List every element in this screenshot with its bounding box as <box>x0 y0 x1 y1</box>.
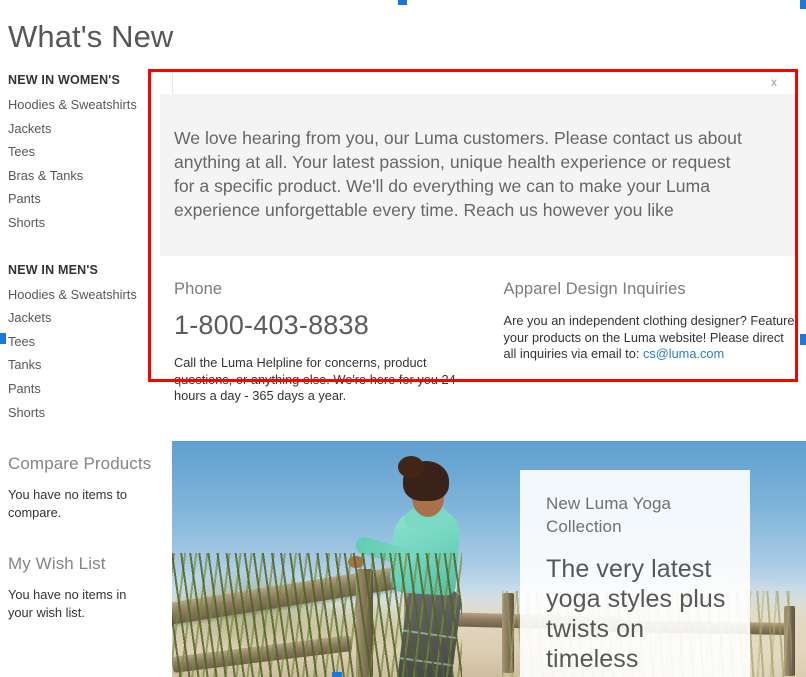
top-cursor-marker <box>398 0 407 5</box>
sidebar-item-mens-tanks[interactable]: Tanks <box>0 357 160 373</box>
wishlist-title: My Wish List <box>8 554 106 574</box>
hero-bottom-marker <box>332 672 342 677</box>
nav-heading-mens: NEW IN MEN'S <box>8 262 99 277</box>
phone-title: Phone <box>174 280 223 299</box>
apparel-description: Are you an independent clothing designer… <box>504 313 796 363</box>
page-title: What's New <box>8 18 174 54</box>
apparel-email-link[interactable]: cs@luma.com <box>643 346 724 361</box>
nav-heading-womens: NEW IN WOMEN'S <box>8 73 121 87</box>
wishlist-empty-text: You have no items in your wish list. <box>8 587 127 620</box>
hero-text-panel: New Luma Yoga Collection The very latest… <box>520 470 750 677</box>
intro-text: We love hearing from you, our Luma custo… <box>174 127 742 221</box>
sidebar-item-mens-tees[interactable]: Tees <box>0 334 160 350</box>
phone-description: Call the Luma Helpline for concerns, pro… <box>174 355 456 404</box>
sidebar-item-mens-pants[interactable]: Pants <box>0 381 160 397</box>
sidebar-item-womens-shorts[interactable]: Shorts <box>0 215 160 231</box>
phone-column: Phone 1-800-403-8838 Call the Luma Helpl… <box>174 278 504 417</box>
top-right-edge-marker <box>800 0 806 9</box>
sidebar-item-womens-pants[interactable]: Pants <box>0 191 160 207</box>
page-root: What's New NEW IN WOMEN'S Hoodies & Swea… <box>0 0 806 677</box>
sidebar-item-mens-jackets[interactable]: Jackets <box>0 310 160 326</box>
sidebar-item-womens-tees[interactable]: Tees <box>0 144 160 160</box>
hero-eyebrow: New Luma Yoga Collection <box>546 494 672 536</box>
dune-grass <box>172 553 462 677</box>
message-bar: x <box>172 72 784 94</box>
close-icon[interactable]: x <box>771 74 777 90</box>
sidebar-item-womens-bras-tanks[interactable]: Bras & Tanks <box>0 168 160 184</box>
compare-products-empty-text: You have no items to compare. <box>8 487 128 520</box>
wishlist-block: My Wish List You have no items in your w… <box>0 553 160 621</box>
compare-products-block: Compare Products You have no items to co… <box>0 453 160 521</box>
apparel-title: Apparel Design Inquiries <box>503 280 686 299</box>
main-content: x We love hearing from you, our Luma cus… <box>160 72 796 503</box>
sidebar-item-mens-shorts[interactable]: Shorts <box>0 405 160 421</box>
phone-number: 1-800-403-8838 <box>174 310 369 341</box>
sidebar: NEW IN WOMEN'S Hoodies & Sweatshirts Jac… <box>0 72 160 621</box>
hero-banner[interactable]: New Luma Yoga Collection The very latest… <box>172 441 806 677</box>
sidebar-item-womens-hoodies[interactable]: Hoodies & Sweatshirts <box>0 97 160 113</box>
sidebar-item-mens-hoodies[interactable]: Hoodies & Sweatshirts <box>0 287 160 303</box>
sidebar-item-womens-jackets[interactable]: Jackets <box>0 121 160 137</box>
contact-columns: Phone 1-800-403-8838 Call the Luma Helpl… <box>160 278 796 417</box>
compare-products-title: Compare Products <box>8 454 152 474</box>
nav-block-womens: NEW IN WOMEN'S Hoodies & Sweatshirts Jac… <box>0 72 160 231</box>
right-edge-marker <box>800 334 806 345</box>
hero-headline: The very latest yoga styles plus twists … <box>546 555 726 677</box>
nav-block-mens: NEW IN MEN'S Hoodies & Sweatshirts Jacke… <box>0 262 160 421</box>
apparel-column: Apparel Design Inquiries Are you an inde… <box>504 278 796 417</box>
intro-panel: We love hearing from you, our Luma custo… <box>160 94 796 257</box>
model-hair-bun <box>398 456 424 478</box>
